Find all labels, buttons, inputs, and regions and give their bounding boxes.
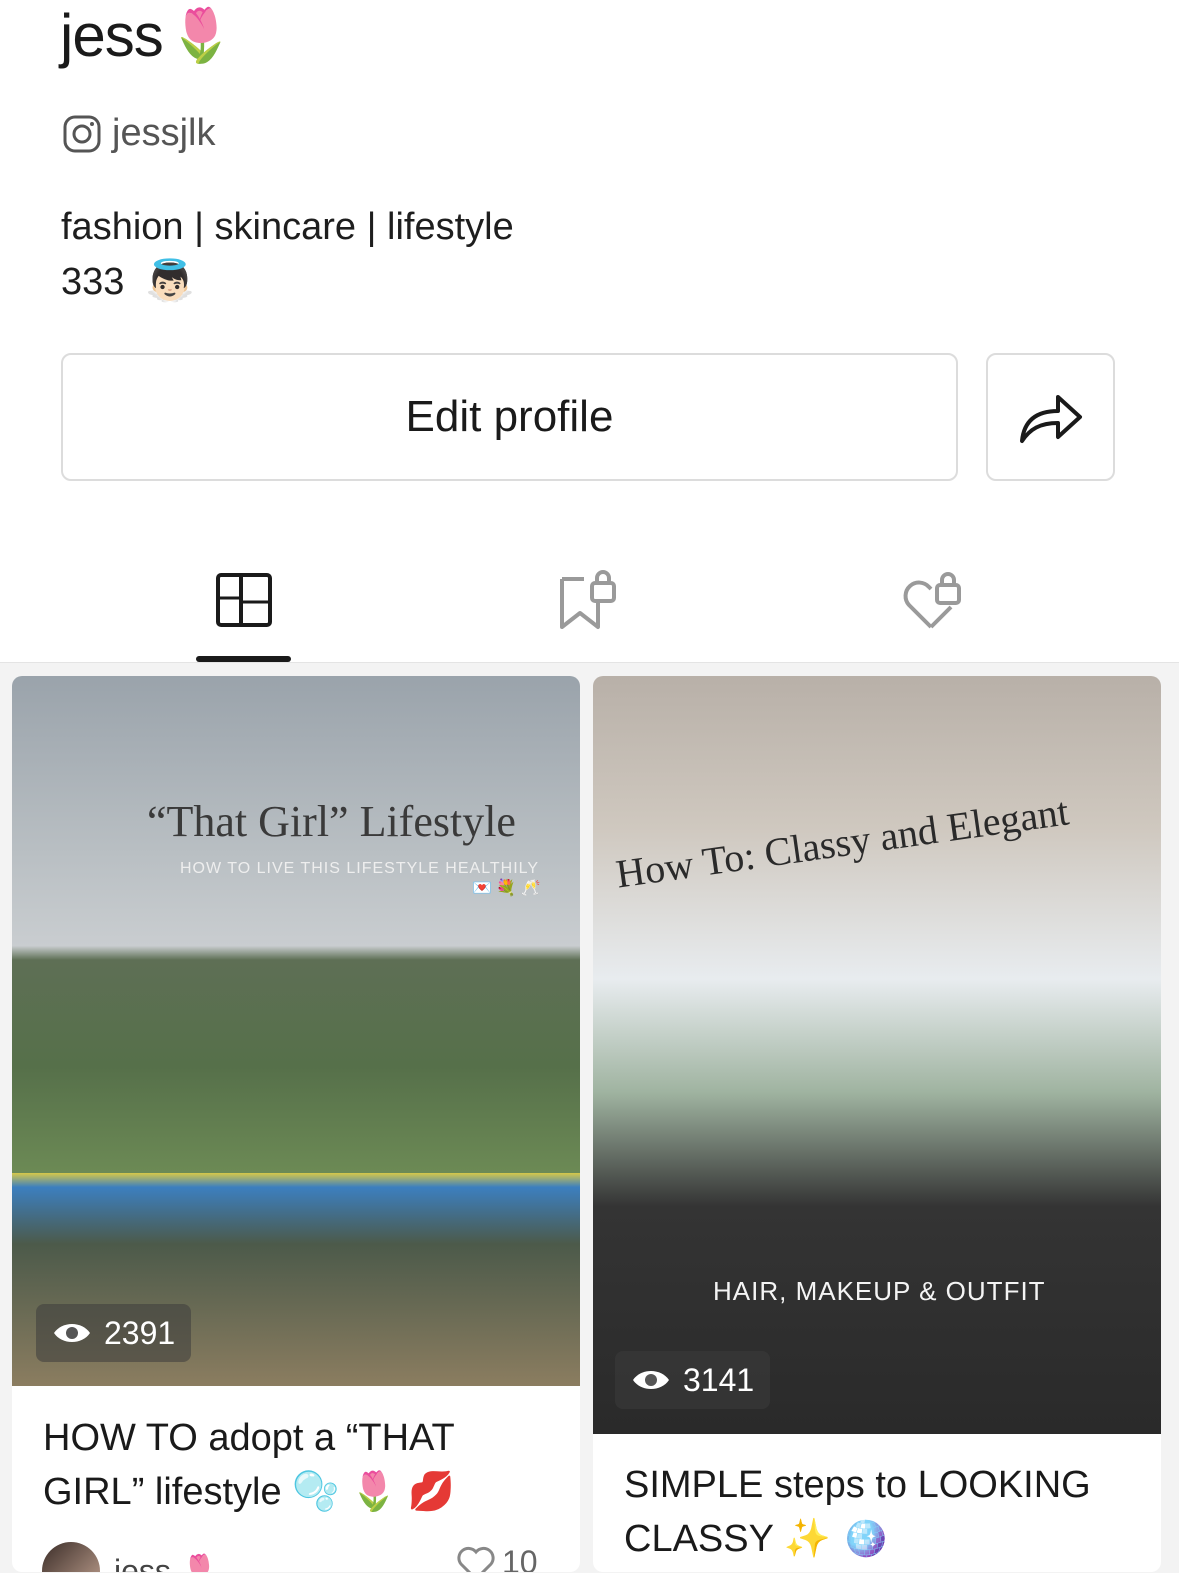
- like-count: 10: [502, 1544, 538, 1572]
- overlay-emoji: 💌 💐 🥂: [472, 880, 541, 897]
- tulip-emoji: 🌷: [168, 7, 234, 65]
- post-card[interactable]: “That Girl” Lifestyle HOW TO LIVE THIS L…: [12, 676, 580, 1572]
- edit-profile-button[interactable]: Edit profile: [61, 353, 958, 481]
- heart-icon: [457, 1546, 495, 1572]
- author-name: jess 🌷: [114, 1553, 220, 1572]
- tab-saved[interactable]: [528, 560, 648, 640]
- view-count: 2391: [104, 1314, 176, 1351]
- share-arrow-icon: [1019, 395, 1082, 443]
- bio-line-1: fashion | skincare | lifestyle: [61, 206, 514, 248]
- post-thumbnail: How To: Classy and Elegant HAIR, MAKEUP …: [593, 676, 1161, 1434]
- share-profile-button[interactable]: [986, 353, 1115, 481]
- post-card[interactable]: How To: Classy and Elegant HAIR, MAKEUP …: [593, 676, 1161, 1572]
- post-caption: HOW TO adopt a “THAT GIRL” lifestyle 🫧 🌷…: [43, 1417, 456, 1513]
- bio-number: 333: [61, 261, 125, 303]
- profile-bio: fashion | skincare | lifestyle 333 👼🏻: [61, 200, 514, 309]
- grid-layout-icon: [216, 573, 272, 627]
- instagram-icon: [63, 115, 101, 152]
- profile-tabs: [0, 560, 1179, 662]
- angel-emoji: 👼🏻: [144, 259, 195, 303]
- avatar: [42, 1542, 100, 1572]
- bookmark-lock-icon: [560, 570, 616, 629]
- view-count: 3141: [683, 1361, 755, 1398]
- overlay-title: How To: Classy and Elegant: [613, 788, 1072, 897]
- profile-name: jess 🌷: [60, 0, 234, 72]
- heart-lock-icon: [903, 572, 961, 629]
- post-caption: SIMPLE steps to LOOKING CLASSY ✨ 🪩: [624, 1464, 1091, 1560]
- overlay-subtitle: HOW TO LIVE THIS LIFESTYLE HEALTHILY: [180, 860, 540, 877]
- tab-posts[interactable]: [184, 560, 304, 640]
- handle-text: jessjlk: [112, 112, 216, 154]
- eye-icon: [633, 1371, 669, 1389]
- tab-liked[interactable]: [872, 560, 992, 640]
- eye-icon: [54, 1324, 90, 1342]
- overlay-subtitle: HAIR, MAKEUP & OUTFIT: [713, 1276, 1046, 1306]
- post-author[interactable]: jess 🌷: [42, 1542, 220, 1572]
- profile-name-text: jess: [60, 2, 164, 69]
- post-thumbnail: “That Girl” Lifestyle HOW TO LIVE THIS L…: [12, 676, 580, 1386]
- bio-line-2: 333 👼🏻: [61, 254, 514, 309]
- instagram-handle-link[interactable]: jessjlk: [62, 112, 215, 155]
- view-count-badge: 3141: [615, 1351, 771, 1409]
- overlay-title: “That Girl” Lifestyle: [147, 797, 516, 846]
- like-button[interactable]: 10: [456, 1544, 538, 1572]
- view-count-badge: 2391: [36, 1304, 192, 1362]
